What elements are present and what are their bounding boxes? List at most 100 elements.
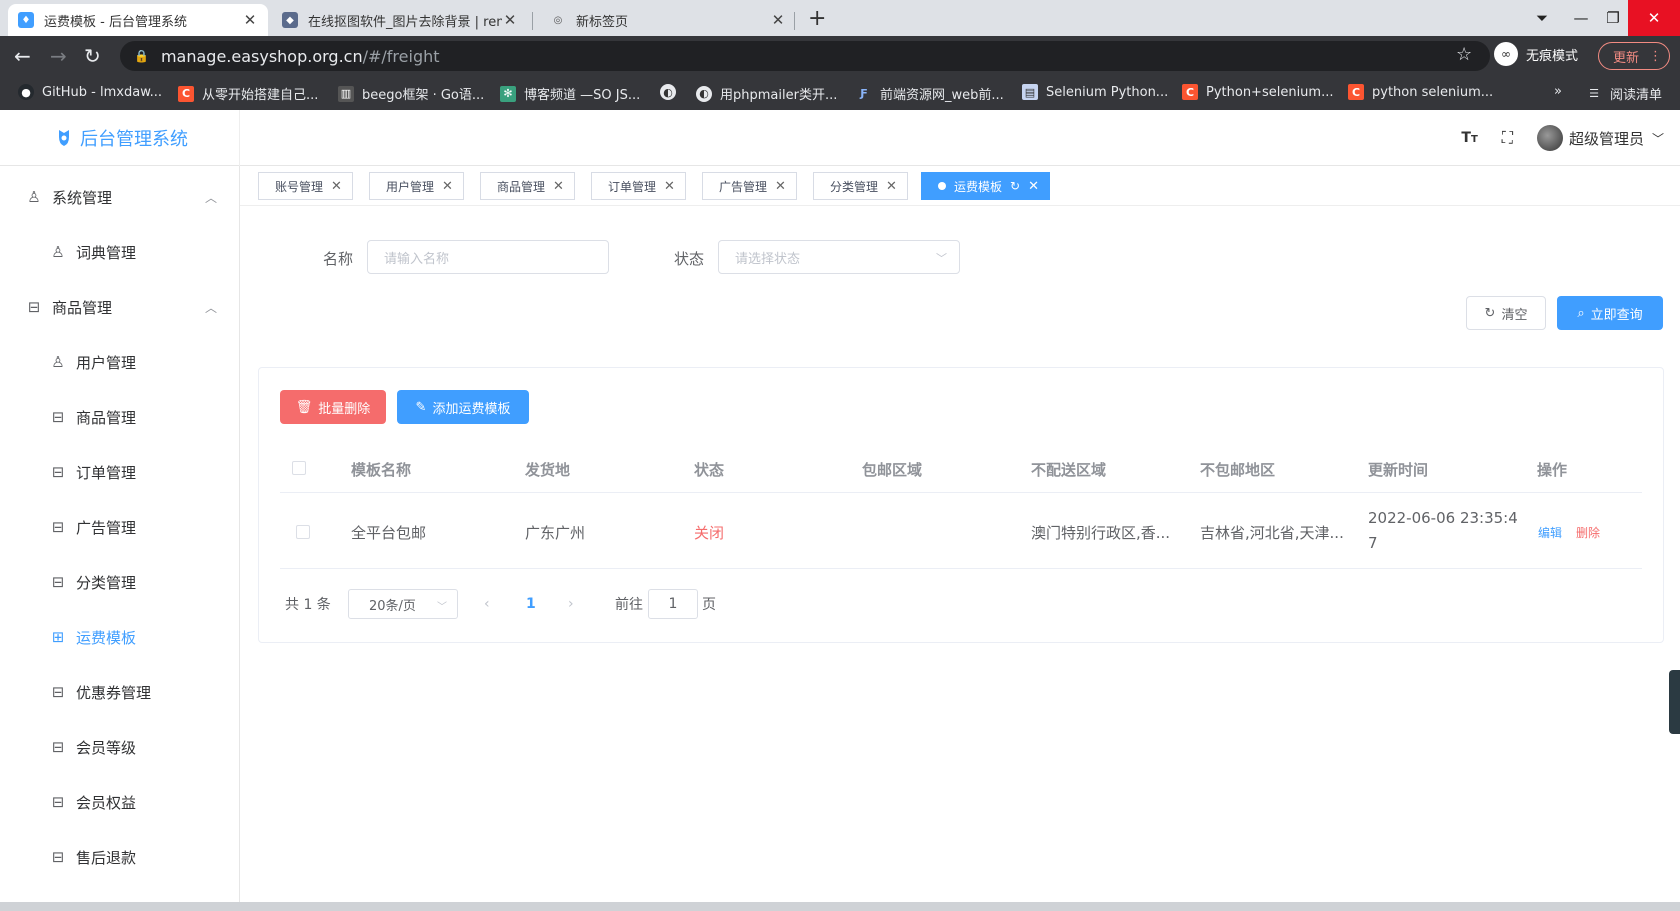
chevron-down-icon: ﹀ (1651, 131, 1664, 146)
reading-list[interactable]: ☰ 阅读清单 (1586, 84, 1662, 103)
sidebar-item[interactable]: ⊟ 优惠券管理 (0, 667, 239, 717)
url-field[interactable]: 🔒 manage.easyshop.org.cn/#/freight (120, 41, 1490, 71)
logo[interactable]: 后台管理系统 (0, 110, 240, 166)
browser-tab[interactable]: ◎ 新标签页 ✕ (540, 4, 796, 36)
close-icon[interactable]: ✕ (886, 179, 897, 194)
sidebar-item[interactable]: ⊟ 会员等级 (0, 722, 239, 772)
reload-icon[interactable]: ↻ (84, 44, 101, 68)
page-size-select[interactable]: 20条/页 ﹀ (348, 589, 458, 619)
new-tab-icon[interactable]: + (808, 6, 826, 31)
sidebar-item[interactable]: ♙ 词典管理 (0, 227, 239, 277)
sidebar-item[interactable]: ⊟ 售后退款 (0, 832, 239, 882)
back-icon[interactable]: ← (14, 44, 31, 68)
bookmark-item[interactable]: C 从零开始搭建自己... (178, 84, 318, 103)
tab-view[interactable]: 订单管理 ✕ (591, 172, 686, 200)
sidebar-item[interactable]: ⊟ 商品管理 (0, 392, 239, 442)
refresh-icon[interactable]: ↻ (1010, 179, 1020, 193)
tab-view[interactable]: 用户管理 ✕ (369, 172, 464, 200)
taskbar-strip (0, 902, 1680, 911)
sidebar-item[interactable]: ⊟ 广告管理 (0, 502, 239, 552)
sidebar-item[interactable]: ⊟ 会员权益 (0, 777, 239, 827)
avatar (1536, 125, 1563, 151)
active-dot-icon (938, 182, 946, 190)
page-number-current[interactable]: 1 (526, 589, 536, 619)
bookmark-item[interactable]: ● GitHub - lmxdaw... (18, 84, 162, 100)
goto-prefix: 前往 (615, 597, 643, 613)
fullscreen-icon[interactable]: ⛶ (1502, 128, 1513, 148)
bookmark-item[interactable]: Ƒ 前端资源网_web前... (856, 84, 1004, 103)
prev-page-icon[interactable]: ‹ (484, 589, 490, 619)
close-icon[interactable]: ✕ (242, 11, 258, 29)
minimize-icon[interactable]: — (1566, 0, 1596, 36)
close-icon[interactable]: ✕ (442, 179, 453, 194)
tab-view[interactable]: 商品管理 ✕ (480, 172, 575, 200)
edit-link[interactable]: 编辑 (1538, 524, 1562, 541)
bookmarks-more-icon[interactable]: » (1554, 84, 1562, 99)
bookmark-item[interactable]: ◐ (660, 84, 684, 100)
lock-icon: 🔒 (134, 49, 149, 63)
batch-delete-button[interactable]: 🗑 批量删除 (280, 390, 386, 424)
url-path: /#/freight (362, 46, 440, 66)
cell-updated-line1: 2022-06-06 23:35:4 (1368, 509, 1518, 527)
search-button[interactable]: ⌕ 立即查询 (1557, 296, 1663, 330)
add-template-button[interactable]: ✎ 添加运费模板 (397, 390, 529, 424)
next-page-icon[interactable]: › (568, 589, 574, 619)
close-icon[interactable]: ✕ (770, 11, 786, 29)
font-size-icon[interactable]: TT (1461, 130, 1477, 146)
status-badge: 关闭 (694, 524, 725, 542)
layers-favicon-icon: ◆ (282, 12, 298, 28)
tab-view[interactable]: 账号管理 ✕ (258, 172, 353, 200)
restore-icon[interactable]: ❐ (1598, 0, 1628, 36)
browser-tab-active[interactable]: ♦ 运费模板 - 后台管理系统 ✕ (8, 4, 268, 36)
col-header-no-delivery: 不配送区域 (1031, 461, 1107, 479)
col-header-updated: 更新时间 (1368, 461, 1429, 479)
clear-button[interactable]: ↻ 清空 (1466, 296, 1546, 330)
gear-icon: ✻ (500, 85, 516, 102)
forward-icon[interactable]: → (50, 44, 67, 68)
close-icon[interactable]: ✕ (1028, 179, 1039, 194)
sidebar-item[interactable]: ⊟ 分类管理 (0, 557, 239, 607)
close-icon[interactable]: ✕ (331, 179, 342, 194)
select-all-checkbox[interactable] (292, 461, 306, 475)
tab-view[interactable]: 广告管理 ✕ (702, 172, 797, 200)
name-input[interactable]: 请输入名称 (367, 240, 609, 274)
sidebar-item[interactable]: ⊟ 商品管理 ︿ (0, 282, 239, 332)
close-icon[interactable]: ✕ (502, 11, 518, 29)
bookmark-item[interactable]: ◐ 用phpmailer类开... (696, 84, 837, 103)
col-header-name: 模板名称 (351, 461, 412, 479)
row-checkbox[interactable] (296, 525, 310, 539)
sidebar-item-label: 运费模板 (76, 628, 137, 647)
box-icon: ⊟ (51, 408, 65, 426)
tab-view[interactable]: 分类管理 ✕ (813, 172, 908, 200)
user-menu[interactable]: 超级管理员 ﹀ (1536, 125, 1664, 151)
profile-dropdown-icon[interactable]: ⏷ (1530, 0, 1554, 36)
bookmark-item[interactable]: ▤ Selenium Python... (1022, 84, 1168, 100)
bookmark-item[interactable]: ✻ 博客频道 —SO JS... (500, 84, 640, 103)
incognito-indicator[interactable]: ∞ 无痕模式 (1494, 42, 1578, 66)
name-label: 名称 (323, 250, 354, 268)
close-icon[interactable]: ✕ (664, 179, 675, 194)
sidebar-item-label: 优惠券管理 (76, 683, 152, 702)
tab-view-label: 用户管理 (386, 179, 435, 194)
frontend-icon: Ƒ (860, 87, 868, 100)
tab-view-label: 订单管理 (608, 179, 657, 194)
sidebar-item[interactable]: ♙ 用户管理 (0, 337, 239, 387)
tab-view[interactable]: 运费模板 ↻ ✕ (921, 172, 1050, 200)
goto-page-input[interactable]: 1 (648, 589, 698, 619)
scrollbar-thumb[interactable] (1669, 670, 1680, 734)
delete-link[interactable]: 删除 (1576, 524, 1600, 541)
close-icon[interactable]: ✕ (775, 179, 786, 194)
bookmark-item[interactable]: ▥ beego框架 · Go语... (338, 84, 484, 103)
status-select[interactable]: 请选择状态 ﹀ (718, 240, 960, 274)
browser-tab[interactable]: ◆ 在线抠图软件_图片去除背景 | rem ✕ (272, 4, 528, 36)
close-icon[interactable]: ✕ (553, 179, 564, 194)
sidebar-item[interactable]: ⊟ 订单管理 (0, 447, 239, 497)
update-button[interactable]: 更新 ⋮ (1598, 42, 1670, 70)
bookmark-item[interactable]: C Python+selenium... (1182, 84, 1334, 100)
sidebar-item[interactable]: ⊞ 运费模板 (0, 612, 239, 662)
bookmark-star-icon[interactable]: ☆ (1456, 44, 1472, 65)
sidebar: ♙ 系统管理 ︿ ♙ 词典管理 ⊟ 商品管理 ︿ ♙ 用户管理 ⊟ 商品管理 ⊟ 订单管理 ⊟ 广告管理 ⊟ 分类… (0, 166, 240, 911)
sidebar-item[interactable]: ♙ 系统管理 ︿ (0, 172, 239, 222)
window-close-icon[interactable]: ✕ (1628, 0, 1680, 36)
bookmark-item[interactable]: Cpython selenium... (1348, 84, 1493, 100)
